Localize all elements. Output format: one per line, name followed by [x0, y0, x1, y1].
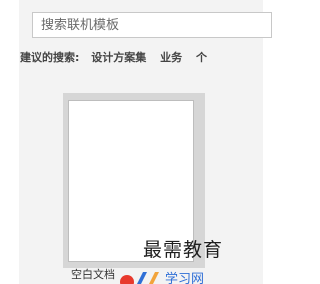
watermark-logo-text: 学习网: [165, 271, 204, 284]
suggested-search-link[interactable]: 设计方案集: [91, 49, 146, 67]
suggested-search-link[interactable]: 业务: [160, 49, 182, 67]
search-input[interactable]: [33, 13, 271, 37]
logo-blue-mark-icon: [137, 272, 147, 284]
suggested-searches-label: 建议的搜索:: [20, 51, 80, 64]
template-search-box[interactable]: [32, 12, 272, 38]
watermark-logo: 学习网: [120, 271, 204, 284]
suggested-search-link[interactable]: 个: [196, 49, 207, 67]
logo-red-swoosh-icon: [120, 275, 134, 284]
logo-orange-mark-icon: [149, 272, 159, 284]
template-caption: 空白文档: [71, 268, 115, 281]
left-margin-strip: [0, 0, 19, 284]
watermark-text: 最需教育: [143, 239, 224, 261]
suggested-searches: 建议的搜索: 设计方案集 业务 个: [20, 49, 263, 67]
